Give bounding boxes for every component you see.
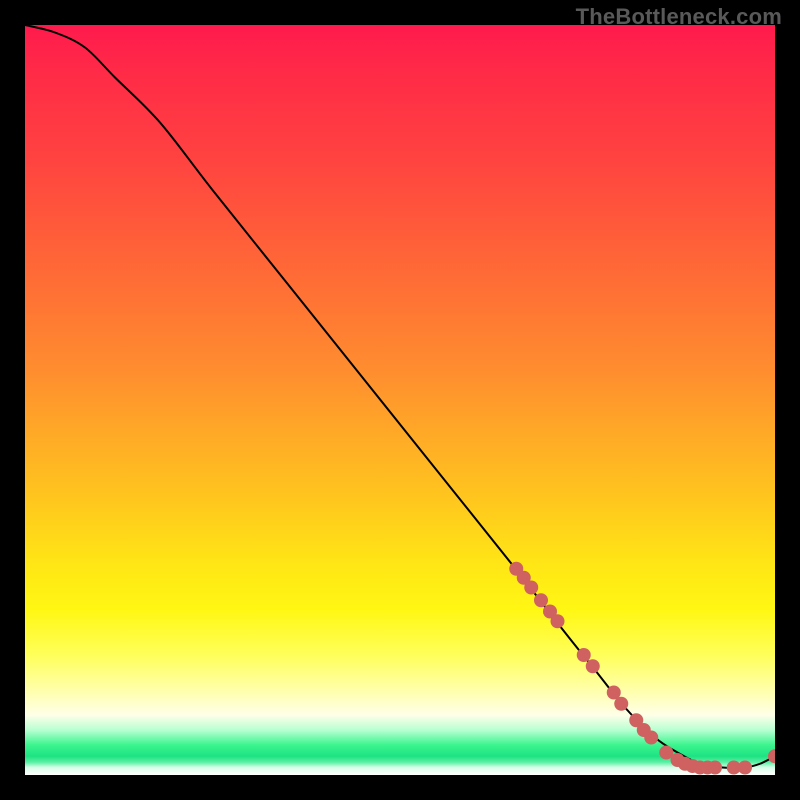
plot-area	[25, 25, 775, 775]
chart-root: TheBottleneck.com	[0, 0, 800, 800]
data-point	[644, 731, 658, 745]
data-point	[551, 614, 565, 628]
bottleneck-curve	[25, 25, 775, 768]
data-point	[738, 761, 752, 775]
data-points-group	[509, 562, 775, 775]
plot-svg	[25, 25, 775, 775]
data-point	[708, 761, 722, 775]
data-point	[614, 697, 628, 711]
data-point	[534, 593, 548, 607]
data-point	[524, 581, 538, 595]
data-point	[586, 659, 600, 673]
data-point	[577, 648, 591, 662]
watermark-label: TheBottleneck.com	[576, 4, 782, 30]
data-point	[768, 749, 775, 763]
